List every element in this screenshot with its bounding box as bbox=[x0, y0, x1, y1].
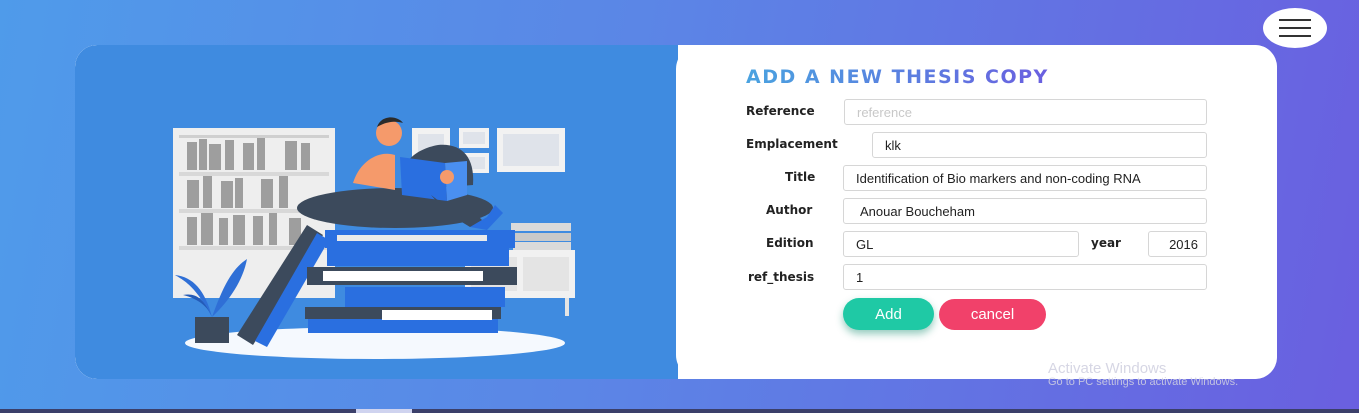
emplacement-label: Emplacement bbox=[746, 137, 838, 151]
ref-thesis-label: ref_thesis bbox=[748, 270, 815, 284]
ref-thesis-input[interactable] bbox=[843, 264, 1207, 290]
illustration-panel bbox=[75, 45, 678, 379]
menu-line bbox=[1279, 27, 1311, 29]
edition-label: Edition bbox=[766, 236, 814, 250]
title-input[interactable] bbox=[843, 165, 1207, 191]
menu-line bbox=[1279, 19, 1311, 21]
form-title: ADD A NEW THESIS COPY bbox=[746, 66, 1049, 88]
taskbar bbox=[0, 409, 1359, 413]
activate-windows-title: Activate Windows bbox=[1048, 360, 1167, 377]
menu-line bbox=[1279, 35, 1311, 37]
hamburger-menu-button[interactable] bbox=[1263, 8, 1327, 48]
reference-input[interactable] bbox=[844, 99, 1207, 125]
title-label: Title bbox=[785, 170, 816, 184]
edition-input[interactable] bbox=[843, 231, 1079, 257]
reading-person-illustration bbox=[173, 117, 575, 359]
author-input[interactable] bbox=[843, 198, 1207, 224]
cancel-button[interactable]: cancel bbox=[939, 299, 1046, 330]
author-label: Author bbox=[766, 203, 813, 217]
year-input[interactable] bbox=[1148, 231, 1207, 257]
reference-label: Reference bbox=[746, 104, 815, 118]
emplacement-input[interactable] bbox=[872, 132, 1207, 158]
add-button[interactable]: Add bbox=[843, 298, 934, 330]
taskbar-item[interactable] bbox=[356, 409, 412, 413]
year-label: year bbox=[1091, 236, 1121, 250]
activate-windows-subtitle: Go to PC settings to activate Windows. bbox=[1048, 376, 1239, 388]
